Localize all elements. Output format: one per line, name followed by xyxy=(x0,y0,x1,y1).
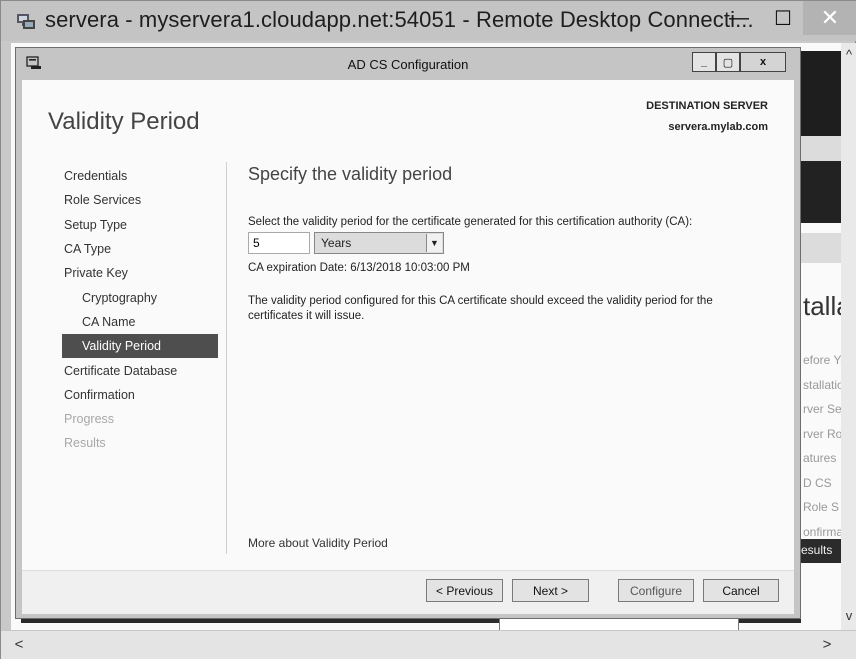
nav-item-private-key[interactable]: Private Key xyxy=(64,261,224,285)
remote-desktop-icon xyxy=(17,14,35,29)
background-wizard-list: efore Yo stallatio rver Se rver Ro ature… xyxy=(803,348,841,544)
wizard-nav: Credentials Role Services Setup Type CA … xyxy=(62,164,224,456)
dialog-body: Validity Period DESTINATION SERVER serve… xyxy=(22,80,794,570)
background-list-item: stallatio xyxy=(803,377,841,392)
next-button[interactable]: Next > xyxy=(512,579,589,602)
background-list-item: Role S xyxy=(803,500,840,514)
nav-item-certificate-database[interactable]: Certificate Database xyxy=(64,358,224,382)
scroll-left-icon[interactable]: < xyxy=(11,636,27,653)
nav-item-progress: Progress xyxy=(64,412,115,427)
adcs-configuration-dialog: AD CS Configuration _ ▢ x Validity Perio… xyxy=(15,47,801,619)
nav-item-validity-period[interactable]: Validity Period xyxy=(62,334,218,359)
nav-item-setup-type[interactable]: Setup Type xyxy=(64,213,224,237)
background-list-item: rver Ro xyxy=(803,426,841,441)
nav-item-credentials[interactable]: Credentials xyxy=(64,164,224,188)
background-list-item: D CS xyxy=(803,475,832,490)
destination-server-value: servera.mylab.com xyxy=(668,121,768,133)
nav-item-role-services[interactable]: Role Services xyxy=(64,188,224,212)
scroll-up-icon[interactable]: ^ xyxy=(841,47,856,62)
dialog-minimize-button[interactable]: _ xyxy=(692,52,716,72)
background-selected-item: esults xyxy=(801,539,841,563)
background-list-item: efore Yo xyxy=(803,353,841,367)
content-pane: Specify the validity period Select the v… xyxy=(248,164,768,322)
nav-item-results: Results xyxy=(64,436,106,451)
nav-item-ca-type[interactable]: CA Type xyxy=(64,237,224,261)
background-list-item: rver Se xyxy=(803,402,841,416)
page-title: Validity Period xyxy=(48,108,200,135)
dialog-close-button[interactable]: x xyxy=(740,52,786,72)
background-panel xyxy=(801,233,841,263)
horizontal-scrollbar[interactable]: < > xyxy=(1,630,856,659)
validity-period-input[interactable] xyxy=(248,232,310,254)
rdp-close-button[interactable]: ✕ xyxy=(803,1,856,35)
validity-unit-select[interactable]: Years ▼ xyxy=(314,232,444,254)
scroll-down-icon[interactable]: v xyxy=(841,608,856,623)
background-wizard-title: talla xyxy=(803,291,841,321)
more-about-validity-link[interactable]: More about Validity Period xyxy=(248,536,388,550)
dialog-title: AD CS Configuration xyxy=(347,57,469,72)
ca-expiration-date: CA expiration Date: 6/13/2018 10:03:00 P… xyxy=(248,262,470,274)
validity-prompt: Select the validity period for the certi… xyxy=(248,216,693,228)
scroll-right-icon[interactable]: > xyxy=(819,636,835,653)
vertical-scrollbar[interactable]: ^ v xyxy=(841,43,856,630)
dialog-maximize-button[interactable]: ▢ xyxy=(716,52,740,72)
dialog-footer: < Previous Next > Configure Cancel xyxy=(22,570,794,614)
dropdown-arrow-icon[interactable]: ▼ xyxy=(426,234,442,252)
background-panel xyxy=(801,136,841,161)
dialog-titlebar[interactable]: AD CS Configuration _ ▢ x xyxy=(16,48,800,78)
nav-item-ca-name[interactable]: CA Name xyxy=(64,310,224,334)
nav-divider xyxy=(226,162,227,554)
remote-desktop-window: servera - myservera1.cloudapp.net:54051 … xyxy=(0,0,856,659)
validity-unit-value: Years xyxy=(321,236,352,250)
background-panel xyxy=(801,161,841,223)
rdp-maximize-button[interactable]: ☐ xyxy=(761,1,805,35)
nav-item-confirmation[interactable]: Confirmation xyxy=(64,383,224,407)
nav-item-cryptography[interactable]: Cryptography xyxy=(64,285,224,309)
cancel-button[interactable]: Cancel xyxy=(703,579,779,602)
previous-button[interactable]: < Previous xyxy=(426,579,503,602)
configure-button[interactable]: Configure xyxy=(618,579,694,602)
destination-server-label: DESTINATION SERVER xyxy=(646,100,768,112)
background-panel xyxy=(801,51,841,136)
rdp-titlebar[interactable]: servera - myservera1.cloudapp.net:54051 … xyxy=(1,1,856,41)
rdp-minimize-button[interactable]: — xyxy=(717,1,761,35)
rdp-window-title: servera - myservera1.cloudapp.net:54051 … xyxy=(45,7,754,32)
validity-note: The validity period configured for this … xyxy=(248,295,713,322)
content-heading: Specify the validity period xyxy=(248,164,453,184)
background-list-item: atures xyxy=(803,451,837,465)
